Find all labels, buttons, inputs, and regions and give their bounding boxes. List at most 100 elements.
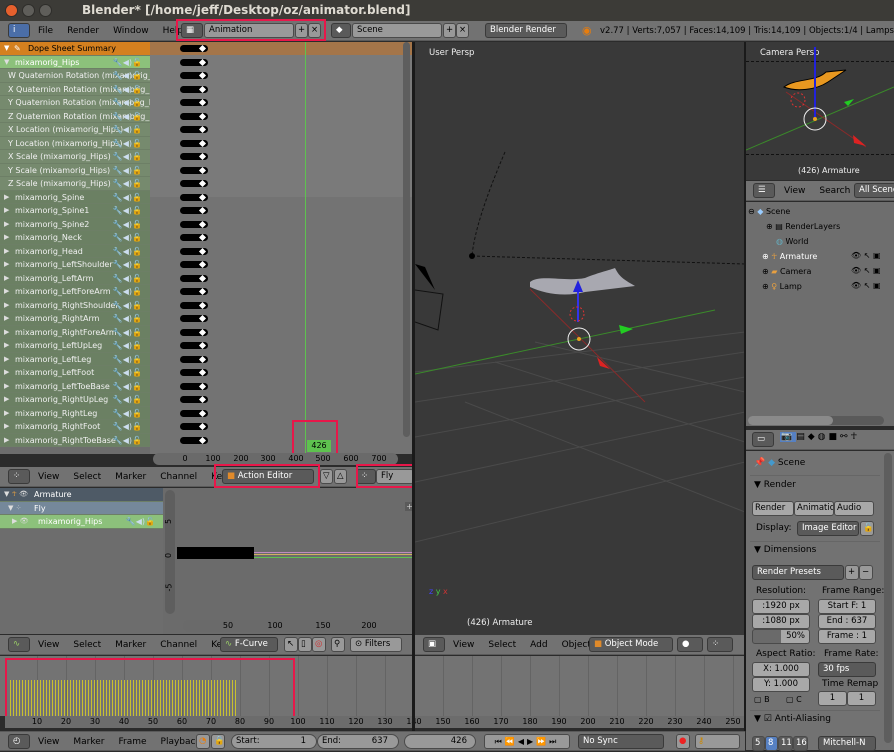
push-down-button[interactable]: ▽ xyxy=(320,469,333,484)
add-preset-button[interactable]: + xyxy=(845,565,859,580)
keyframe-block[interactable] xyxy=(180,139,208,147)
current-frame-indicator[interactable]: 426 xyxy=(307,440,331,452)
keyframe-block[interactable] xyxy=(180,436,208,444)
collapse-icon[interactable]: ▼ ⁘ xyxy=(8,502,21,515)
outliner-tree[interactable]: ⊖ ◆ Scene ⊕ ▤ RenderLayers ◍ World ⊕ ☥ A… xyxy=(746,202,894,426)
minimize-window-button[interactable] xyxy=(22,4,35,17)
editor-type-properties-icon[interactable]: ▭ xyxy=(752,432,774,447)
menu-marker[interactable]: Marker xyxy=(73,732,104,752)
remove-screen-button[interactable]: × xyxy=(308,23,321,38)
menu-view[interactable]: View xyxy=(38,732,59,752)
keyframe-block[interactable] xyxy=(180,207,208,214)
action-field[interactable]: Fly xyxy=(376,469,414,484)
graph-y-ruler[interactable]: 5 0 -5 xyxy=(164,490,175,614)
keyframe-block[interactable] xyxy=(180,153,208,160)
lock-range-icon[interactable]: 🔒 xyxy=(211,734,225,749)
dopesheet-mode-select[interactable]: ■ Action Editor xyxy=(222,469,314,484)
menu-render[interactable]: Render xyxy=(67,21,99,41)
keyframe-block[interactable] xyxy=(180,220,208,228)
menu-select[interactable]: Select xyxy=(73,467,101,487)
outliner-item-lamp[interactable]: ⊕ ♀ Lamp xyxy=(748,279,840,294)
keyframe-block[interactable] xyxy=(180,396,208,403)
editor-type-outliner-icon[interactable]: ☰ xyxy=(753,183,775,198)
start-frame-field[interactable]: Start: 1 xyxy=(231,734,317,749)
resolution-x-field[interactable]: :1920 px xyxy=(752,599,810,614)
remove-scene-button[interactable]: × xyxy=(456,23,469,38)
graph-mode-select[interactable]: ∿ F-Curve xyxy=(220,637,278,652)
timeline-ruler[interactable]: 1020304050607080901001101201301401501601… xyxy=(5,716,745,728)
properties-scrollbar[interactable] xyxy=(884,453,892,743)
dopesheet-frame-ruler[interactable]: 0 100 200 300 400 500 600 700 xyxy=(153,453,398,465)
only-selected-icon[interactable]: ↖ xyxy=(284,637,298,652)
viewport-3d[interactable]: User Persp z y x (426) Armature xyxy=(415,42,745,635)
keyframe-block[interactable] xyxy=(180,355,208,363)
keyframe-block[interactable] xyxy=(180,166,208,174)
keyframe-block[interactable] xyxy=(180,193,208,201)
keyframe-block[interactable] xyxy=(180,126,208,133)
outliner-item-camera[interactable]: ⊕ ▰ Camera xyxy=(748,264,840,279)
animation-button[interactable]: Animation xyxy=(794,501,834,516)
menu-channel[interactable]: Channel xyxy=(160,635,197,655)
resolution-y-field[interactable]: :1080 px xyxy=(752,614,810,629)
render-presets-select[interactable]: Render Presets xyxy=(752,565,844,580)
playback-controls[interactable]: ⏮⏪◀▶⏩⏭ xyxy=(484,734,570,749)
sync-mode-select[interactable]: No Sync xyxy=(578,734,664,749)
menu-view[interactable]: View xyxy=(453,635,474,655)
close-window-button[interactable] xyxy=(5,4,18,17)
remap-new-field[interactable]: 1 xyxy=(847,691,876,706)
keyframe-block[interactable] xyxy=(180,288,208,295)
keyframe-block[interactable] xyxy=(180,99,208,106)
editor-type-timeline-icon[interactable]: ◴ xyxy=(8,734,30,749)
menu-marker[interactable]: Marker xyxy=(115,467,146,487)
editor-type-3dview-icon[interactable]: ▣ xyxy=(423,637,445,652)
remap-old-field[interactable]: 1 xyxy=(818,691,847,706)
aa-samples-5[interactable]: 5 xyxy=(752,736,765,751)
frame-step-field[interactable]: Frame : 1 xyxy=(818,629,876,644)
display-select[interactable]: Image Editor xyxy=(797,521,859,536)
keyframe-block[interactable] xyxy=(180,85,208,93)
keyframe-block[interactable] xyxy=(180,315,208,322)
dimensions-panel-header[interactable]: ▼ Dimensions xyxy=(754,545,816,555)
keyframe-block[interactable] xyxy=(180,234,208,241)
menu-add[interactable]: Add xyxy=(530,635,547,655)
render-panel-header[interactable]: ▼ Render xyxy=(754,480,796,490)
keyframe-block[interactable] xyxy=(180,382,208,390)
menu-channel[interactable]: Channel xyxy=(160,467,197,487)
keyframe-block[interactable] xyxy=(180,72,208,79)
aa-samples-16[interactable]: 16 xyxy=(793,736,808,751)
menu-playback[interactable]: Playback xyxy=(161,732,201,752)
editor-type-graph-icon[interactable]: ∿ xyxy=(8,637,30,652)
graph-x-ruler[interactable]: 50 100 150 200 xyxy=(183,620,413,632)
dopesheet-key-area[interactable] xyxy=(150,42,412,454)
menu-object[interactable]: Object xyxy=(562,635,591,655)
restriction-columns[interactable]: 👁 ↖ ▣ 👁 ↖ ▣ 👁 ↖ ▣ xyxy=(851,248,881,293)
channel-icons[interactable]: 🔧◀)🔓 xyxy=(126,515,155,528)
search-filter-icon[interactable]: ⚲ xyxy=(331,637,345,652)
keyframe-block[interactable] xyxy=(180,274,208,282)
menu-marker[interactable]: Marker xyxy=(115,635,146,655)
render-tab-icon[interactable]: 📷 xyxy=(780,432,797,442)
screen-layout-field[interactable]: Animation xyxy=(204,23,294,38)
action-icon[interactable]: ⁘ xyxy=(356,469,376,484)
screen-layout-icon[interactable]: ▦ xyxy=(181,23,203,38)
add-screen-button[interactable]: + xyxy=(295,23,308,38)
keyframe-block[interactable] xyxy=(180,423,208,430)
audio-button[interactable]: Audio xyxy=(834,501,874,516)
menu-frame[interactable]: Frame xyxy=(118,732,146,752)
add-scene-button[interactable]: + xyxy=(443,23,456,38)
channel-object-armature[interactable]: ▼ ☥ 👁 Armature xyxy=(0,488,163,502)
pivot-point-select[interactable]: ⁘ xyxy=(707,637,733,652)
scene-icon[interactable]: ◆ xyxy=(331,23,351,38)
menu-window[interactable]: Window xyxy=(113,21,149,41)
channel-action-fly[interactable]: ▼ ⁘ Fly xyxy=(0,501,163,515)
crop-checkbox[interactable]: ▢ C xyxy=(786,695,802,704)
anti-aliasing-panel-header[interactable]: ▼ ☑ Anti-Aliasing xyxy=(754,714,831,724)
frame-rate-select[interactable]: 30 fps xyxy=(818,662,876,677)
keying-set-icon[interactable]: ⚷ xyxy=(695,734,740,749)
interaction-mode-select[interactable]: ■ Object Mode xyxy=(589,637,673,652)
keyframe-block[interactable] xyxy=(180,301,208,309)
maximize-window-button[interactable] xyxy=(39,4,52,17)
keyframe-block[interactable] xyxy=(180,261,208,268)
frame-end-field[interactable]: End : 637 xyxy=(818,614,876,629)
only-errors-icon[interactable]: ◎ xyxy=(312,637,326,652)
